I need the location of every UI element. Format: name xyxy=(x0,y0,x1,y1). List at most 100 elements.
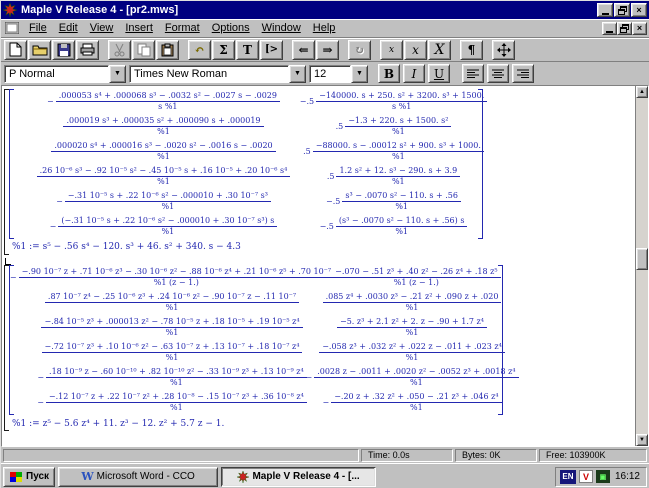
fraction: s³ − .0070 s² − 110. s + .56%1 xyxy=(342,191,461,212)
fraction-denominator: %1 xyxy=(410,403,423,413)
fraction-denominator: s %1 xyxy=(158,102,177,112)
menu-edit[interactable]: Edit xyxy=(53,20,84,36)
style-combobox[interactable]: P Normal ▼ xyxy=(4,65,126,83)
style-dropdown-button[interactable]: ▼ xyxy=(109,65,126,83)
fraction-denominator: %1 xyxy=(166,303,179,313)
fraction: .18 10⁻⁹ z − .60 10⁻¹⁰ + .82 10⁻¹⁰ z² − … xyxy=(46,367,307,388)
copy-button[interactable] xyxy=(132,40,155,60)
maple-input-button[interactable]: [> xyxy=(260,40,283,60)
paste-button[interactable] xyxy=(156,40,179,60)
windows-flag-icon xyxy=(9,471,23,483)
language-indicator[interactable]: EN xyxy=(560,470,576,484)
next-group-button[interactable]: ⇒ xyxy=(316,40,339,60)
system-tray: EN V ▣ 16:12 xyxy=(555,467,647,487)
fraction: −.72 10⁻⁷ z³ + .10 10⁻⁶ z² − .63 10⁻⁷ z … xyxy=(42,342,303,363)
zoom-in-button[interactable]: X xyxy=(428,40,451,60)
align-right-button[interactable] xyxy=(512,64,534,83)
menu-view[interactable]: View xyxy=(84,20,120,36)
menu-insert[interactable]: Insert xyxy=(119,20,159,36)
undo-button[interactable]: ↶ xyxy=(188,40,211,60)
child-minimize-button[interactable] xyxy=(602,22,617,35)
child-close-button[interactable]: × xyxy=(632,22,647,35)
fraction-denominator: %1 xyxy=(161,227,174,237)
fraction-denominator: s %1 xyxy=(392,102,411,112)
zoom-normal-button[interactable]: x xyxy=(404,40,427,60)
menu-help[interactable]: Help xyxy=(307,20,342,36)
evaluate-button[interactable]: Σ xyxy=(212,40,235,60)
save-button[interactable] xyxy=(52,40,75,60)
maple-prompt-icon: [> xyxy=(265,44,278,55)
matrix-cell: −.84 10⁻⁵ z³ + .000013 z² − .78 10⁻⁵ z +… xyxy=(16,317,328,338)
new-file-button[interactable] xyxy=(4,40,27,60)
task-label: Microsoft Word - CCO xyxy=(97,471,195,482)
clipboard-icon xyxy=(161,43,174,57)
align-left-button[interactable] xyxy=(462,64,484,83)
scrollbar-track[interactable] xyxy=(636,98,648,434)
fraction: −.20 z + .32 z² + .050 − .21 z³ + .046 z… xyxy=(331,392,501,413)
scroll-down-button[interactable]: ▼ xyxy=(636,434,648,446)
minimize-button[interactable] xyxy=(597,3,613,17)
menu-options[interactable]: Options xyxy=(206,20,256,36)
fraction-multiplier: − xyxy=(10,273,17,282)
prev-group-button[interactable]: ⇐ xyxy=(292,40,315,60)
matrix-row: −(−.31 10⁻⁵ s + .22 10⁻⁶ s² − .000010 + … xyxy=(16,216,476,237)
tray-clock[interactable]: 16:12 xyxy=(613,471,642,482)
menu-file[interactable]: File xyxy=(23,20,53,36)
open-file-button[interactable] xyxy=(28,40,51,60)
fraction-numerator: −.12 10⁻⁷ z + .22 10⁻⁷ z² + .28 10⁻⁸ − .… xyxy=(46,392,307,403)
fraction-numerator: .0028 z − .0011 + .0020 z² − .0052 z³ + … xyxy=(314,367,518,378)
menu-format[interactable]: Format xyxy=(159,20,206,36)
chevron-down-icon: ▼ xyxy=(294,70,301,77)
matrix-row: −−.12 10⁻⁷ z + .22 10⁻⁷ z² + .28 10⁻⁸ − … xyxy=(16,392,496,413)
maple-window: Maple V Release 4 - [pr2.mws] × File Edi… xyxy=(0,0,649,488)
size-combobox[interactable]: 12 ▼ xyxy=(309,65,368,83)
start-button[interactable]: Пуск xyxy=(3,467,55,487)
antivirus-tray-icon[interactable]: V xyxy=(579,470,593,483)
show-invisibles-button[interactable]: ¶ xyxy=(460,40,483,60)
fraction-denominator: %1 xyxy=(406,328,419,338)
resize-button[interactable] xyxy=(492,40,515,60)
update-button[interactable]: ↻ xyxy=(348,40,371,60)
cut-button[interactable] xyxy=(108,40,131,60)
fraction-denominator: %1 xyxy=(395,202,408,212)
fraction-numerator: −.31 10⁻⁵ s + .22 10⁻⁶ s² − .000010 + .3… xyxy=(65,191,271,202)
zoom-out-button[interactable]: x xyxy=(380,40,403,60)
italic-button[interactable]: I xyxy=(403,64,425,83)
scroll-up-button[interactable]: ▲ xyxy=(636,86,648,98)
text-mode-button[interactable]: T xyxy=(236,40,259,60)
fraction-denominator: %1 xyxy=(162,202,175,212)
fraction-denominator: %1 xyxy=(406,303,419,313)
small-x-icon: x xyxy=(389,45,394,55)
font-value: Times New Roman xyxy=(129,65,289,83)
task-label: Maple V Release 4 - [... xyxy=(252,471,359,482)
fraction-numerator: −.070 − .51 z³ + .40 z² − .26 z⁴ + .18 z… xyxy=(332,267,500,278)
down-arrow-icon: ▼ xyxy=(639,437,645,443)
font-dropdown-button[interactable]: ▼ xyxy=(289,65,306,83)
fraction-multiplier: −.5 xyxy=(326,197,340,206)
worksheet-area[interactable]: −.000053 s⁴ + .000068 s³ − .0032 s² − .0… xyxy=(1,85,649,447)
scrollbar-thumb[interactable] xyxy=(636,248,648,270)
menu-window[interactable]: Window xyxy=(256,20,307,36)
print-button[interactable] xyxy=(76,40,99,60)
font-combobox[interactable]: Times New Roman ▼ xyxy=(129,65,306,83)
child-restore-button[interactable] xyxy=(617,22,632,35)
vertical-scrollbar[interactable]: ▲ ▼ xyxy=(635,86,648,446)
restore-button[interactable] xyxy=(614,3,630,17)
monitor-tray-icon[interactable]: ▣ xyxy=(596,470,610,483)
fraction-multiplier: −.5 xyxy=(300,97,314,106)
align-right-icon xyxy=(517,69,529,79)
fraction-numerator: .000019 s³ + .000035 s² + .000090 s + .0… xyxy=(63,116,263,127)
matrix-row: .87 10⁻⁷ z⁴ − .25 10⁻⁶ z³ + .24 10⁻⁶ z² … xyxy=(16,292,496,313)
up-arrow-icon: ▲ xyxy=(639,89,645,95)
underline-button[interactable]: U xyxy=(428,64,450,83)
fraction-denominator: %1 xyxy=(406,353,419,363)
bold-button[interactable]: B xyxy=(378,64,400,83)
size-dropdown-button[interactable]: ▼ xyxy=(351,65,368,83)
fraction-multiplier: − xyxy=(37,398,44,407)
fraction-numerator: (−.31 10⁻⁵ s + .22 10⁻⁶ s² − .000010 + .… xyxy=(58,216,277,227)
close-button[interactable]: × xyxy=(631,3,647,17)
task-button-word[interactable]: W Microsoft Word - CCO xyxy=(58,467,218,487)
align-center-button[interactable] xyxy=(487,64,509,83)
task-button-maple[interactable]: Maple V Release 4 - [... xyxy=(221,467,376,487)
fraction: .085 z⁴ + .0030 z³ − .21 z² + .090 z + .… xyxy=(323,292,502,313)
